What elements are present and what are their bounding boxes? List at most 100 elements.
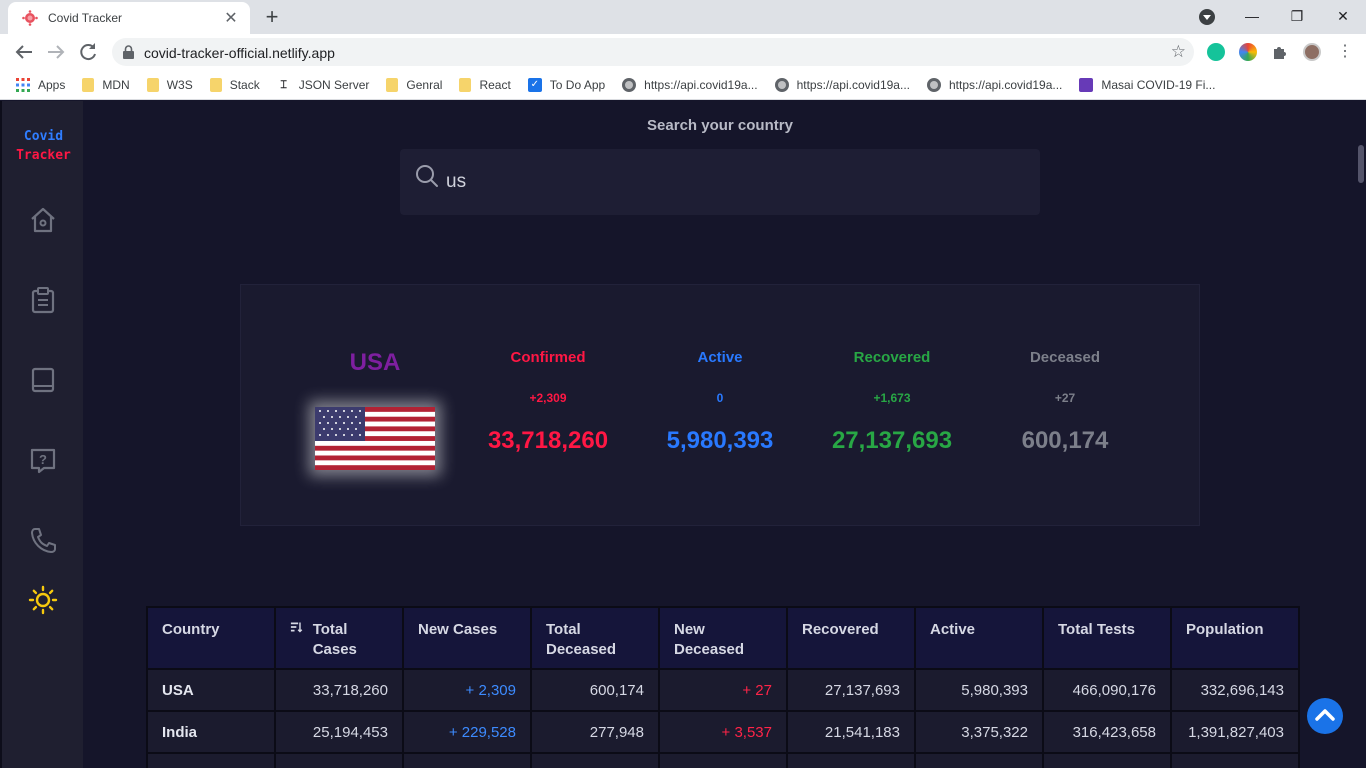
bookmark-item[interactable]: Genral (386, 77, 443, 92)
stat-delta: +27 (1054, 391, 1076, 405)
folder-icon (146, 77, 159, 92)
header-total-deceased[interactable]: Total Deceased (530, 606, 660, 670)
cell-population: 332,696,143 (1170, 668, 1300, 712)
globe-icon (622, 77, 637, 92)
scrollbar-thumb[interactable] (1358, 145, 1364, 183)
cell-recovered: 21,541,183 (786, 710, 916, 754)
bookmark-item[interactable]: MDN (82, 77, 130, 92)
cell-new-cases: + 229,528 (402, 710, 532, 754)
close-tab-icon[interactable]: ✕ (222, 8, 240, 28)
browser-toolbar: covid-tracker-official.netlify.app ☆ ⋮ (0, 34, 1366, 70)
usa-flag-icon (315, 407, 435, 470)
cell-empty (786, 752, 916, 768)
header-recovered[interactable]: Recovered (786, 606, 916, 670)
color-picker-extension-icon[interactable] (1239, 43, 1257, 61)
stat-total: 5,980,393 (666, 427, 774, 454)
stat-delta: +2,309 (529, 391, 567, 405)
app-logo[interactable]: Covid Tracker (2, 127, 85, 165)
bookmark-item[interactable]: Apps (16, 77, 65, 92)
stat-deceased: Deceased +27 600,174 (990, 349, 1140, 455)
stat-active: Active 0 5,980,393 (645, 349, 795, 455)
logo-word-covid: Covid (23, 129, 64, 144)
stat-total: 33,718,260 (487, 427, 609, 454)
new-tab-button[interactable]: + (262, 4, 282, 30)
tab-search-dropdown-icon[interactable] (1199, 9, 1215, 25)
cell-total-tests: 466,090,176 (1042, 668, 1172, 712)
stat-total: 600,174 (1021, 427, 1109, 454)
sort-icon[interactable] (290, 620, 303, 634)
bookmark-item[interactable]: W3S (146, 77, 193, 92)
stat-recovered: Recovered +1,673 27,137,693 (817, 349, 967, 455)
grammarly-extension-icon[interactable] (1207, 43, 1225, 61)
stat-delta: +1,673 (873, 391, 911, 405)
bookmark-item[interactable]: ⌶ JSON Server (277, 77, 370, 92)
json-server-icon: ⌶ (280, 78, 288, 91)
app-viewport: Covid Tracker ? Search your country us U… (0, 101, 1366, 768)
sidebar: Covid Tracker ? (0, 101, 83, 768)
cell-active: 3,375,322 (914, 710, 1044, 754)
bookmark-label: To Do App (549, 77, 606, 92)
help-icon[interactable]: ? (28, 445, 58, 475)
home-icon[interactable] (28, 205, 58, 235)
stat-delta: 0 (716, 391, 724, 405)
browser-menu-icon[interactable]: ⋮ (1337, 43, 1353, 61)
search-box (400, 149, 1040, 215)
header-total-cases[interactable]: Total Cases (274, 606, 404, 670)
browser-tab-strip: Covid Tracker ✕ + — ❐ ✕ (0, 0, 1366, 34)
bookmarks-bar: Apps MDN W3S Stack ⌶ JSON Server Genral R… (0, 70, 1366, 100)
back-arrow-icon[interactable] (12, 40, 36, 64)
header-country[interactable]: Country (146, 606, 276, 670)
book-icon[interactable] (28, 365, 58, 395)
header-new-deceased[interactable]: New Deceased (658, 606, 788, 670)
stat-label: Confirmed (510, 349, 586, 366)
scroll-to-top-button[interactable] (1307, 698, 1343, 734)
forward-arrow-icon[interactable] (44, 40, 68, 64)
cell-total-cases: 25,194,453 (274, 710, 404, 754)
phone-icon[interactable] (28, 525, 58, 555)
cell-country: India (146, 710, 276, 754)
bookmark-label: Masai COVID-19 Fi... (1101, 77, 1216, 92)
cell-empty (1170, 752, 1300, 768)
page-scrollbar[interactable] (1356, 101, 1366, 768)
bookmark-item[interactable]: ✓ To Do App (527, 77, 606, 92)
bookmark-item[interactable]: https://api.covid19a... (774, 77, 910, 92)
bookmark-item[interactable]: https://api.covid19a... (926, 77, 1063, 92)
bookmark-label: Stack (229, 77, 260, 92)
sun-icon[interactable] (28, 585, 58, 615)
restore-button[interactable]: ❐ (1285, 4, 1309, 28)
tab-title: Covid Tracker (48, 11, 123, 25)
bookmark-item[interactable]: React (459, 77, 511, 92)
bookmark-label: JSON Server (298, 77, 370, 92)
header-population[interactable]: Population (1170, 606, 1300, 670)
table-header-row: Country Total Cases New Cases Total Dece… (146, 606, 1300, 670)
bookmark-item[interactable]: Masai COVID-19 Fi... (1079, 77, 1216, 92)
table-row[interactable]: USA 33,718,260 + 2,309 600,174 + 27 27,1… (146, 668, 1300, 712)
folder-icon (386, 77, 399, 92)
header-total-tests[interactable]: Total Tests (1042, 606, 1172, 670)
lock-icon (123, 45, 134, 59)
cell-active: 5,980,393 (914, 668, 1044, 712)
cell-empty (1042, 752, 1172, 768)
extensions-puzzle-icon[interactable] (1271, 43, 1289, 61)
reload-icon[interactable] (76, 40, 100, 64)
clipboard-icon[interactable] (28, 285, 58, 315)
bookmark-label: Genral (406, 77, 443, 92)
bookmark-item[interactable]: https://api.covid19a... (622, 77, 758, 92)
profile-avatar[interactable] (1303, 43, 1321, 61)
browser-tab[interactable]: Covid Tracker ✕ (8, 2, 250, 34)
bookmark-label: React (479, 77, 511, 92)
close-window-button[interactable]: ✕ (1331, 4, 1355, 28)
address-bar[interactable]: covid-tracker-official.netlify.app ☆ (112, 38, 1194, 66)
stat-confirmed: Confirmed +2,309 33,718,260 (473, 349, 623, 455)
table-row[interactable] (146, 752, 1300, 768)
bookmark-item[interactable]: Stack (209, 77, 260, 92)
country-search-input[interactable] (446, 163, 1006, 201)
bookmark-label: https://api.covid19a... (948, 77, 1063, 92)
minimize-button[interactable]: — (1240, 4, 1264, 28)
table-row[interactable]: India 25,194,453 + 229,528 277,948 + 3,5… (146, 710, 1300, 754)
search-icon (416, 165, 438, 187)
header-active[interactable]: Active (914, 606, 1044, 670)
header-new-cases[interactable]: New Cases (402, 606, 532, 670)
bookmark-star-icon[interactable]: ☆ (1171, 42, 1186, 62)
folder-icon (209, 77, 222, 92)
